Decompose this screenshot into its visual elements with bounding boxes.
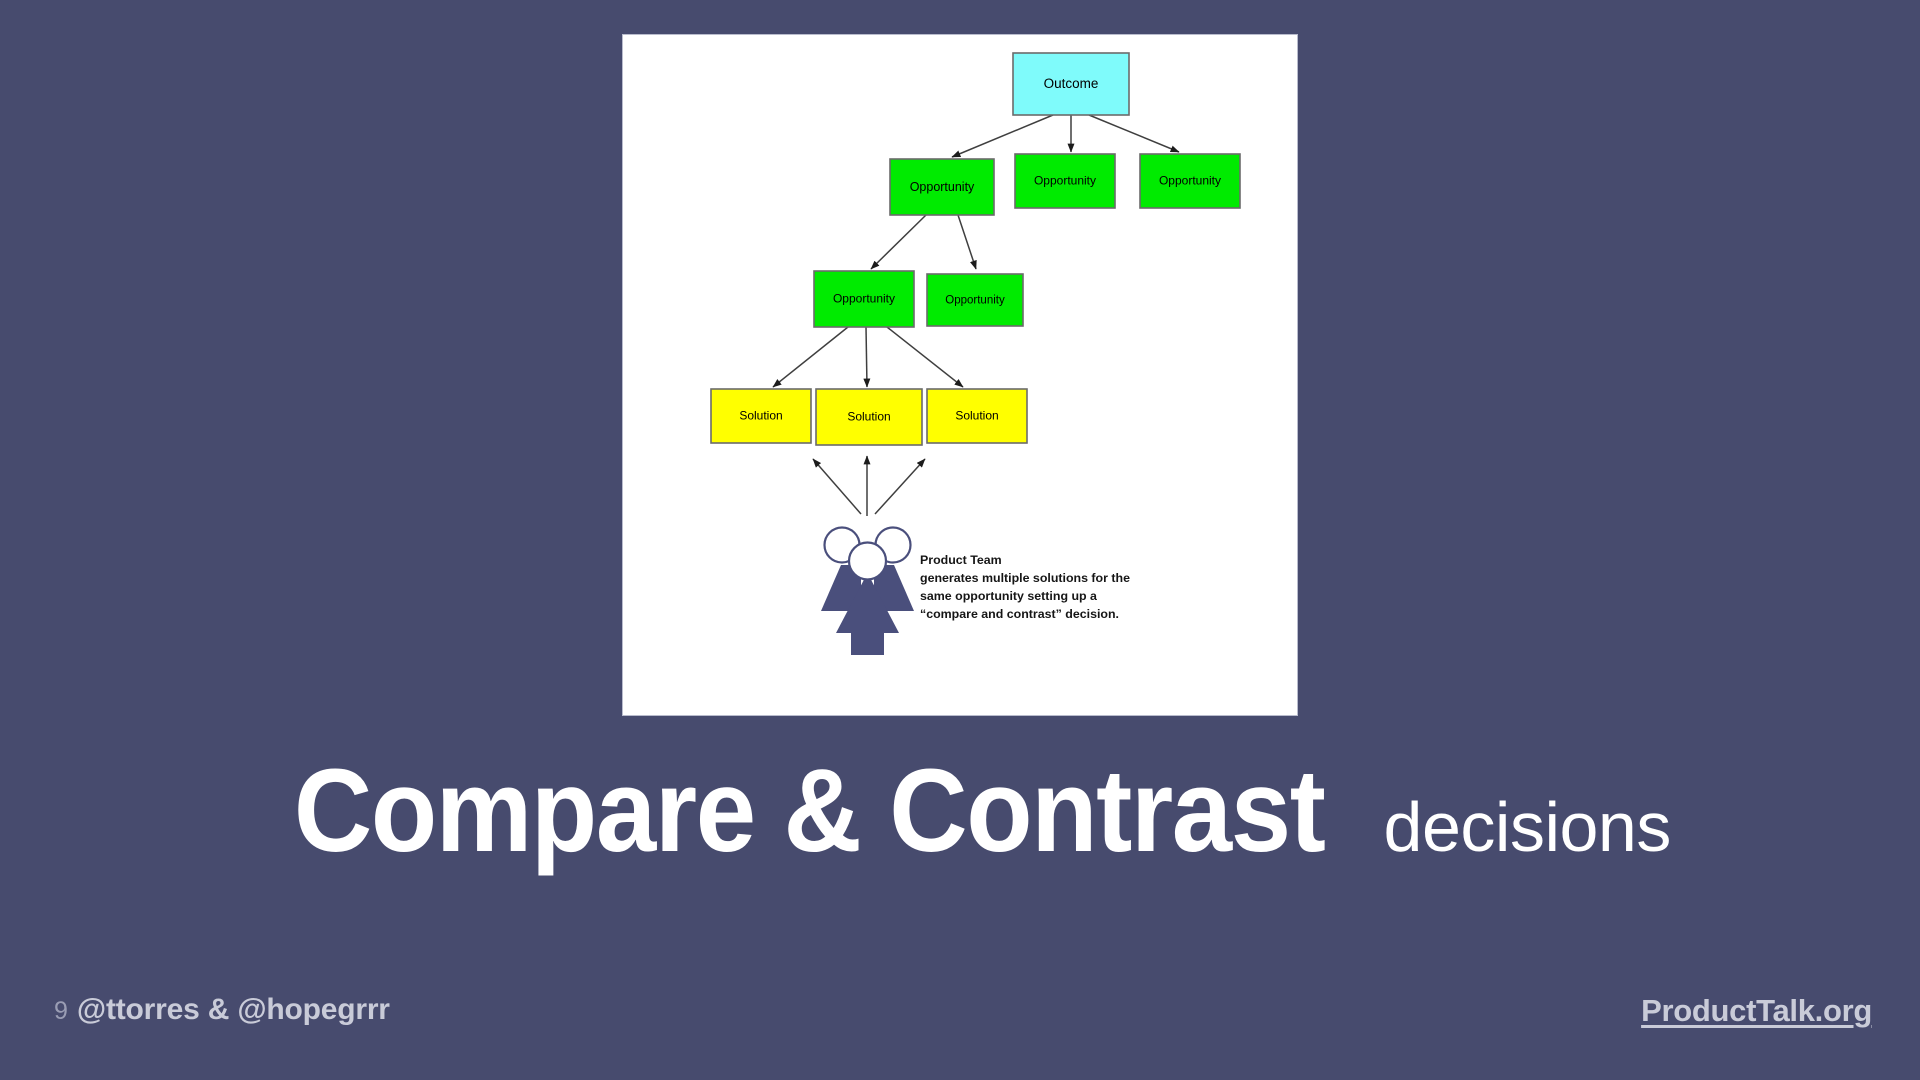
diagram-node-opp-2[interactable]: Opportunity [1014,153,1116,209]
node-label: Opportunity [1159,174,1221,188]
diagram-node-opp-4[interactable]: Opportunity [813,270,915,328]
node-label: Outcome [1044,76,1099,91]
caption-heading: Product Team [920,553,1002,567]
diagram-edge [772,326,849,388]
slide-root: Outcome Opportunity Opportunity Opportunity… [0,0,1920,1080]
diagram-node-outcome[interactable]: Outcome [1012,52,1130,116]
diagram-edge [951,114,1054,158]
node-label: Opportunity [945,295,1005,307]
diagram-edge [812,458,862,515]
node-label: Opportunity [1034,174,1096,188]
diagram-edge [886,326,964,388]
opportunity-solution-tree-svg: Outcome Opportunity Opportunity Opportunity… [710,52,1241,655]
title-main-text: Compare & Contrast [293,745,1326,877]
node-label: Solution [847,410,890,424]
footer-right: ProductTalk.org [1641,993,1872,1029]
slide-title: Compare & Contrast decisions [0,752,1920,870]
social-handles: @ttorres & @hopegrrr [76,993,390,1026]
diagram-edge [874,458,926,515]
diagram-edge [870,214,927,270]
title-sub-text: decisions [1383,788,1672,866]
opportunity-solution-tree-panel: Outcome Opportunity Opportunity Opportunity… [622,34,1298,716]
page-number: 9 [54,997,68,1025]
diagram-node-opp-5[interactable]: Opportunity [926,273,1024,327]
diagram-node-opp-1[interactable]: Opportunity [889,158,995,216]
product-team-icon [821,526,914,655]
diagram-node-sol-2[interactable]: Solution [815,388,923,446]
diagram-edge [957,214,977,270]
node-label: Opportunity [833,292,895,306]
producttalk-link[interactable]: ProductTalk.org [1641,993,1872,1028]
node-label: Opportunity [910,180,975,194]
diagram-nodes: Outcome Opportunity Opportunity Opportunity… [710,52,1241,446]
caption-line-2: same opportunity setting up a [920,589,1097,603]
node-label: Solution [955,409,998,423]
diagram-node-sol-3[interactable]: Solution [926,388,1028,444]
product-team-caption: Product Team generates multiple solution… [920,553,1130,621]
node-label: Solution [739,409,782,423]
diagram-edge [1088,114,1180,153]
diagram-edge [863,326,871,388]
footer-left: 9 @ttorres & @hopegrrr [54,993,390,1027]
diagram-node-opp-3[interactable]: Opportunity [1139,153,1241,209]
caption-line-3: “compare and contrast” decision. [920,607,1119,621]
caption-line-1: generates multiple solutions for the [920,571,1130,585]
diagram-node-sol-1[interactable]: Solution [710,388,812,444]
